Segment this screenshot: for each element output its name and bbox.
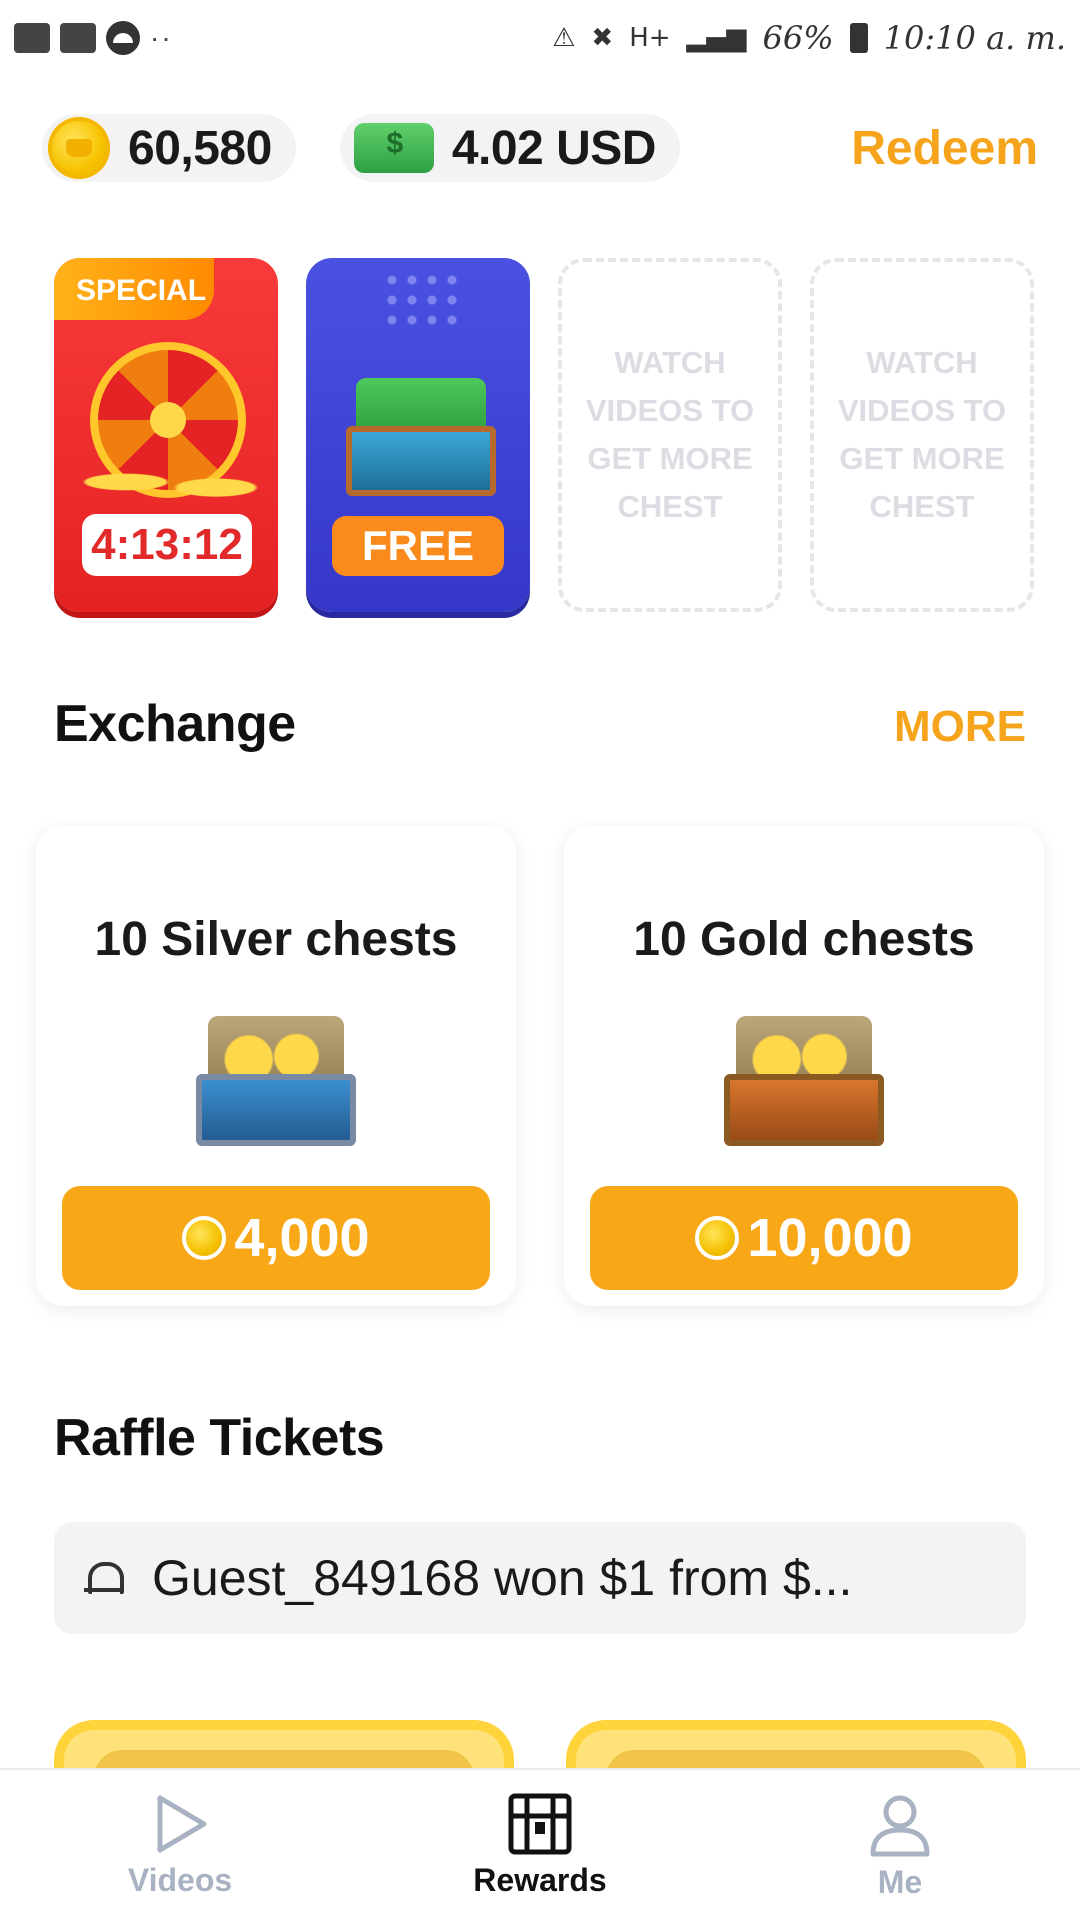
raffle-title: Raffle Tickets bbox=[54, 1409, 385, 1467]
cash-icon bbox=[353, 123, 434, 173]
special-tag: SPECIAL bbox=[54, 258, 214, 320]
signal-icon: ▂▄▆ bbox=[686, 23, 747, 53]
cash-balance[interactable]: 4.02 USD bbox=[339, 114, 680, 182]
coin-icon bbox=[48, 117, 110, 179]
coins-pile-icon bbox=[66, 454, 266, 510]
chest-icon bbox=[508, 1793, 572, 1855]
nav-me[interactable]: Me bbox=[720, 1770, 1080, 1920]
gold-chest-icon bbox=[724, 1016, 884, 1146]
free-button[interactable]: FREE bbox=[332, 516, 504, 576]
nav-rewards[interactable]: Rewards bbox=[360, 1770, 720, 1920]
cash-balance-value: 4.02 USD bbox=[451, 121, 657, 175]
status-bar: ·· ⚠ ✖ H+ ▂▄▆ 66% 10:10 a. m. bbox=[0, 0, 1080, 76]
exchange-grid: 10 Silver chests 4,000 10 Gold chests 10… bbox=[36, 826, 1044, 1306]
exchange-item-title: 10 Gold chests bbox=[633, 913, 975, 966]
data-saver-icon: ⚠ bbox=[552, 23, 576, 53]
mute-icon: ✖ bbox=[591, 23, 614, 53]
cash-chest-icon bbox=[346, 378, 496, 498]
empty-slot-text: WATCH VIDEOS TO GET MORE CHEST bbox=[837, 345, 1007, 524]
message-icon bbox=[14, 23, 50, 53]
nav-videos[interactable]: Videos bbox=[0, 1770, 360, 1920]
exchange-card-silver[interactable]: 10 Silver chests 4,000 bbox=[36, 826, 516, 1306]
clock: 10:10 a. m. bbox=[883, 19, 1066, 57]
play-icon bbox=[157, 1795, 207, 1853]
battery-icon bbox=[849, 23, 868, 53]
balance-header: 60,580 4.02 USD Redeem bbox=[42, 110, 1038, 186]
coin-balance-value: 60,580 bbox=[128, 121, 272, 175]
coin-icon bbox=[695, 1216, 740, 1260]
exchange-title: Exchange bbox=[54, 695, 296, 753]
chest-row: SPECIAL 4:13:12 FREE WATCH VIDEOS TO GET… bbox=[54, 258, 1034, 612]
bell-icon bbox=[84, 1558, 124, 1598]
battery-percentage: 66% bbox=[762, 19, 834, 57]
app-notification-icon bbox=[106, 21, 140, 55]
decorative-dots bbox=[382, 270, 462, 330]
exchange-price: 10,000 bbox=[747, 1208, 913, 1268]
empty-slot-text: WATCH VIDEOS TO GET MORE CHEST bbox=[585, 345, 755, 524]
winner-notice: Guest_849168 won $1 from $... bbox=[54, 1522, 1026, 1634]
exchange-buy-button[interactable]: 4,000 bbox=[62, 1186, 490, 1290]
empty-chest-slot: WATCH VIDEOS TO GET MORE CHEST bbox=[810, 258, 1034, 612]
special-timer: 4:13:12 bbox=[82, 514, 252, 576]
network-type: H+ bbox=[629, 23, 671, 53]
exchange-buy-button[interactable]: 10,000 bbox=[590, 1186, 1018, 1290]
more-button[interactable]: MORE bbox=[894, 702, 1026, 752]
coin-balance[interactable]: 60,580 bbox=[42, 114, 296, 182]
coin-icon bbox=[182, 1216, 227, 1260]
redeem-button[interactable]: Redeem bbox=[851, 121, 1038, 176]
bottom-nav: Videos Rewards Me bbox=[0, 1768, 1080, 1920]
special-wheel-card[interactable]: SPECIAL 4:13:12 bbox=[54, 258, 278, 612]
nav-label: Me bbox=[877, 1864, 923, 1900]
notification-icons: ·· bbox=[14, 21, 173, 55]
nav-label: Rewards bbox=[473, 1862, 607, 1898]
winner-notice-text: Guest_849168 won $1 from $... bbox=[152, 1550, 853, 1606]
user-icon bbox=[870, 1795, 930, 1857]
silver-chest-icon bbox=[196, 1016, 356, 1146]
system-icons: ⚠ ✖ H+ ▂▄▆ 66% 10:10 a. m. bbox=[552, 19, 1066, 57]
exchange-item-title: 10 Silver chests bbox=[94, 913, 458, 966]
exchange-price: 4,000 bbox=[234, 1208, 370, 1268]
more-notifications-icon: ·· bbox=[150, 22, 173, 53]
cleaner-icon bbox=[60, 23, 96, 53]
nav-label: Videos bbox=[127, 1862, 233, 1898]
empty-chest-slot: WATCH VIDEOS TO GET MORE CHEST bbox=[558, 258, 782, 612]
exchange-card-gold[interactable]: 10 Gold chests 10,000 bbox=[564, 826, 1044, 1306]
free-chest-card[interactable]: FREE bbox=[306, 258, 530, 612]
